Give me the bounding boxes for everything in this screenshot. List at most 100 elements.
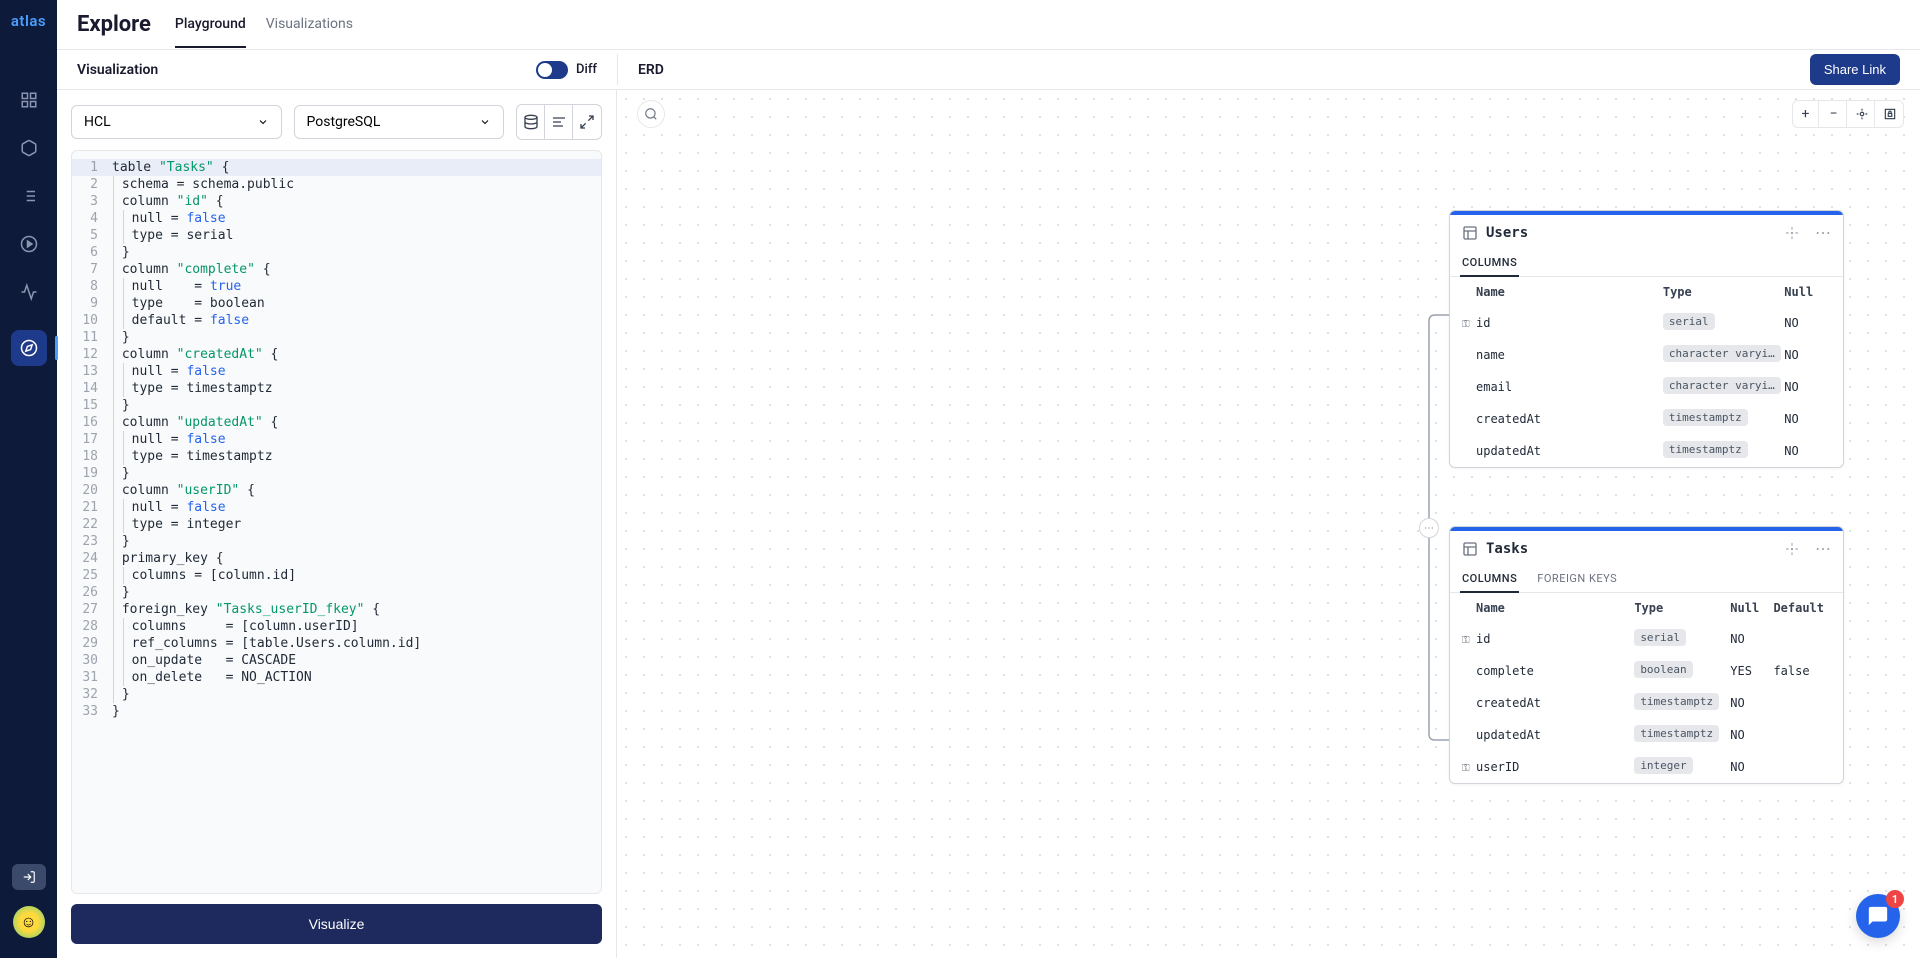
- editor-panel: HCL PostgreSQL 1table "Tasks" {2 schema …: [57, 90, 617, 958]
- code-line: 2 schema = schema.public: [72, 176, 601, 193]
- erd-table-tasks[interactable]: Tasks⋯COLUMNSFOREIGN KEYSNameTypeNullDef…: [1449, 526, 1844, 784]
- database-dropdown-value: PostgreSQL: [307, 114, 381, 130]
- lock-button[interactable]: [1877, 101, 1903, 127]
- sidebar-icon-cube[interactable]: [19, 138, 39, 158]
- chat-button[interactable]: 1: [1856, 894, 1900, 938]
- table-tab[interactable]: COLUMNS: [1460, 566, 1519, 593]
- sidebar-icon-list[interactable]: [19, 186, 39, 206]
- database-icon-button[interactable]: [517, 105, 545, 139]
- drag-icon[interactable]: [1785, 542, 1801, 556]
- code-line: 18 type = timestamptz: [72, 448, 601, 465]
- table-row: createdAttimestamptzNO: [1450, 687, 1843, 719]
- sidebar-icon-dashboard[interactable]: [19, 90, 39, 110]
- diff-toggle[interactable]: [536, 61, 568, 79]
- code-line: 26 }: [72, 584, 601, 601]
- language-dropdown[interactable]: HCL: [71, 105, 282, 139]
- sidebar-icon-activity[interactable]: [19, 282, 39, 302]
- sub-header: Visualization Diff ERD Share Link: [57, 50, 1920, 90]
- code-line: 33}: [72, 703, 601, 720]
- format-icon-button[interactable]: [545, 105, 573, 139]
- drag-icon[interactable]: [1785, 226, 1801, 240]
- code-line: 14 type = timestamptz: [72, 380, 601, 397]
- code-line: 27 foreign_key "Tasks_userID_fkey" {: [72, 601, 601, 618]
- code-line: 3 column "id" {: [72, 193, 601, 210]
- code-line: 16 column "updatedAt" {: [72, 414, 601, 431]
- chat-badge: 1: [1886, 890, 1904, 908]
- zoom-controls: + −: [1792, 100, 1904, 128]
- top-header: Explore Playground Visualizations: [57, 0, 1920, 50]
- sidebar: atlas ☺: [0, 0, 57, 958]
- code-line: 10 default = false: [72, 312, 601, 329]
- database-dropdown[interactable]: PostgreSQL: [294, 105, 505, 139]
- sidebar-icon-play[interactable]: [19, 234, 39, 254]
- code-line: 29 ref_columns = [table.Users.column.id]: [72, 635, 601, 652]
- code-editor[interactable]: 1table "Tasks" {2 schema = schema.public…: [71, 150, 602, 894]
- table-row: ⚿idserialNO: [1450, 307, 1843, 339]
- erd-canvas[interactable]: + − ⋯ Users⋯COLUMNSNameTypeNull⚿idserial…: [617, 90, 1920, 958]
- table-icon: [1462, 541, 1478, 557]
- code-line: 32 }: [72, 686, 601, 703]
- code-line: 22 type = integer: [72, 516, 601, 533]
- code-line: 31 on_delete = NO_ACTION: [72, 669, 601, 686]
- share-link-button[interactable]: Share Link: [1810, 54, 1900, 85]
- top-tab-visualizations[interactable]: Visualizations: [266, 2, 353, 48]
- code-line: 1table "Tasks" {: [72, 159, 601, 176]
- table-icon: [1462, 225, 1478, 241]
- table-row: createdAttimestamptzNO: [1450, 403, 1843, 435]
- table-row: ⚿idserialNO: [1450, 623, 1843, 655]
- erd-label: ERD: [638, 62, 664, 78]
- table-row: updatedAttimestamptzNO: [1450, 435, 1843, 467]
- logo: atlas: [11, 12, 46, 30]
- visualize-button[interactable]: Visualize: [71, 904, 602, 944]
- table-name: Tasks: [1486, 541, 1777, 557]
- table-row: updatedAttimestamptzNO: [1450, 719, 1843, 751]
- table-tab[interactable]: FOREIGN KEYS: [1535, 566, 1619, 592]
- code-line: 30 on_update = CASCADE: [72, 652, 601, 669]
- code-line: 28 columns = [column.userID]: [72, 618, 601, 635]
- code-line: 25 columns = [column.id]: [72, 567, 601, 584]
- table-row: completebooleanYESfalse: [1450, 655, 1843, 687]
- table-tab[interactable]: COLUMNS: [1460, 250, 1519, 277]
- more-icon[interactable]: ⋯: [1815, 539, 1831, 558]
- code-line: 6 }: [72, 244, 601, 261]
- code-line: 24 primary_key {: [72, 550, 601, 567]
- code-line: 5 type = serial: [72, 227, 601, 244]
- visualization-label: Visualization: [77, 62, 158, 78]
- table-row: ⚿userIDintegerNO: [1450, 751, 1843, 783]
- code-line: 9 type = boolean: [72, 295, 601, 312]
- table-row: namecharacter varyi…NO: [1450, 339, 1843, 371]
- language-dropdown-value: HCL: [84, 114, 111, 130]
- code-line: 8 null = true: [72, 278, 601, 295]
- zoom-out-button[interactable]: −: [1821, 101, 1847, 127]
- code-line: 20 column "userID" {: [72, 482, 601, 499]
- key-icon: ⚿: [1462, 319, 1470, 330]
- top-tab-playground[interactable]: Playground: [175, 2, 246, 48]
- erd-table-users[interactable]: Users⋯COLUMNSNameTypeNull⚿idserialNOname…: [1449, 210, 1844, 468]
- key-icon: ⚿: [1462, 763, 1470, 774]
- login-button[interactable]: [12, 864, 46, 890]
- code-line: 21 null = false: [72, 499, 601, 516]
- search-button[interactable]: [637, 100, 665, 128]
- code-line: 23 }: [72, 533, 601, 550]
- fit-button[interactable]: [1849, 101, 1875, 127]
- code-line: 12 column "createdAt" {: [72, 346, 601, 363]
- code-line: 4 null = false: [72, 210, 601, 227]
- code-line: 15 }: [72, 397, 601, 414]
- code-line: 19 }: [72, 465, 601, 482]
- page-title: Explore: [77, 12, 151, 37]
- expand-icon-button[interactable]: [573, 105, 601, 139]
- avatar[interactable]: ☺: [13, 906, 45, 938]
- code-line: 7 column "complete" {: [72, 261, 601, 278]
- chevron-down-icon: [257, 116, 269, 128]
- sidebar-icon-explore[interactable]: [11, 330, 47, 366]
- chevron-down-icon: [479, 116, 491, 128]
- more-icon[interactable]: ⋯: [1815, 223, 1831, 242]
- connection-handle[interactable]: ⋯: [1419, 518, 1439, 538]
- code-line: 11 }: [72, 329, 601, 346]
- table-name: Users: [1486, 225, 1777, 241]
- code-line: 17 null = false: [72, 431, 601, 448]
- code-line: 13 null = false: [72, 363, 601, 380]
- zoom-in-button[interactable]: +: [1793, 101, 1819, 127]
- table-row: emailcharacter varyi…NO: [1450, 371, 1843, 403]
- diff-label: Diff: [576, 62, 597, 77]
